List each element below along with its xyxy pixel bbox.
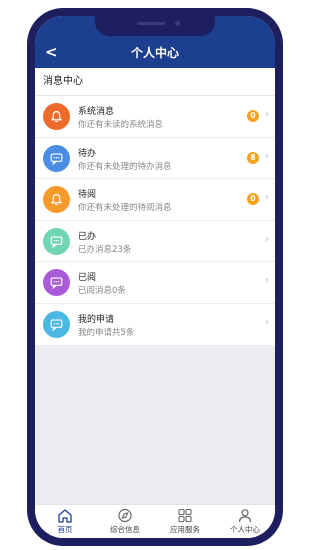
bell-icon	[50, 194, 63, 206]
item-title: 我的申请	[78, 314, 115, 325]
chevron-right-icon: ›	[265, 316, 269, 328]
chat-icon	[50, 235, 63, 248]
item-subtitle: 我的申请共5条	[78, 327, 135, 338]
avatar	[43, 144, 70, 172]
tab-profile[interactable]: 个人中心	[215, 505, 275, 538]
avatar	[43, 103, 70, 130]
phone-frame: < 个人中心 消息中心 系统消息 你还有未读的系统消息 0 › 待办 你还有未处…	[27, 8, 283, 546]
home-icon	[58, 509, 72, 523]
message-center: 消息中心 系统消息 你还有未读的系统消息 0 › 待办 你还有未处理的待办消息 …	[35, 68, 275, 345]
grid-icon	[178, 508, 192, 523]
tab-label: 首页	[57, 525, 73, 534]
chevron-right-icon: ›	[265, 275, 269, 286]
chevron-right-icon: ›	[265, 150, 269, 162]
user-icon	[238, 509, 252, 523]
item-title: 待办	[78, 148, 97, 159]
tab-label: 应用服务	[170, 525, 200, 534]
speaker-grille	[137, 22, 165, 25]
message-item-todo[interactable]: 待办 你还有未处理的待办消息 8 ›	[35, 138, 275, 179]
message-item-to-read[interactable]: 待阅 你还有未处理的待阅消息 0 ›	[35, 179, 275, 221]
front-camera	[175, 21, 180, 26]
item-title: 已办	[78, 231, 97, 242]
count-badge: 8	[247, 151, 259, 164]
phone-notch	[95, 16, 215, 36]
chat-icon	[50, 318, 63, 331]
chevron-right-icon: ›	[265, 233, 269, 245]
item-subtitle: 你还有未处理的待阅消息	[78, 203, 172, 213]
avatar	[43, 269, 70, 296]
bell-icon	[50, 111, 63, 123]
item-subtitle: 已办消息23条	[78, 244, 132, 255]
item-title: 系统消息	[78, 107, 115, 117]
bottom-tabbar: 首页 综合信息 应用服务 个人中心	[35, 504, 275, 538]
message-item-my-applications[interactable]: 我的申请 我的申请共5条 ›	[35, 304, 275, 346]
section-title: 消息中心	[35, 68, 275, 96]
chat-icon	[50, 277, 63, 289]
chat-icon	[50, 152, 63, 165]
message-item-read[interactable]: 已阅 已阅消息0条 ›	[35, 262, 275, 304]
tab-label: 个人中心	[230, 525, 260, 534]
item-title: 待阅	[78, 190, 97, 200]
message-item-system[interactable]: 系统消息 你还有未读的系统消息 0 ›	[35, 96, 275, 138]
avatar	[43, 227, 70, 255]
count-badge: 0	[247, 193, 259, 205]
tab-label: 综合信息	[110, 525, 140, 534]
avatar	[43, 186, 70, 213]
item-subtitle: 你还有未读的系统消息	[78, 120, 164, 130]
item-subtitle: 已阅消息0条	[78, 286, 126, 296]
phone-screen: < 个人中心 消息中心 系统消息 你还有未读的系统消息 0 › 待办 你还有未处…	[35, 16, 275, 538]
item-subtitle: 你还有未处理的待办消息	[78, 161, 172, 172]
tab-services[interactable]: 应用服务	[155, 505, 215, 538]
compass-icon	[118, 508, 132, 523]
avatar	[43, 310, 70, 338]
chevron-right-icon: ›	[265, 109, 269, 120]
chevron-right-icon: ›	[265, 192, 269, 203]
count-badge: 0	[247, 110, 259, 122]
item-title: 已阅	[78, 273, 97, 283]
tab-info[interactable]: 综合信息	[95, 505, 155, 538]
page-title: 个人中心	[130, 46, 179, 60]
message-item-done[interactable]: 已办 已办消息23条 ›	[35, 221, 275, 262]
tab-home[interactable]: 首页	[35, 505, 95, 538]
